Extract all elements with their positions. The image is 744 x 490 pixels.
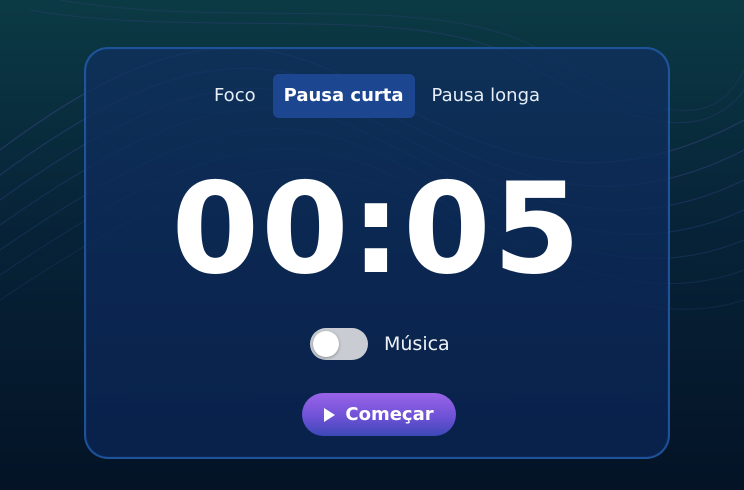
timer-display: 00:05 <box>171 155 583 302</box>
tab-pausa-curta[interactable]: Pausa curta <box>272 74 415 118</box>
start-button[interactable]: Começar <box>302 393 456 436</box>
music-toggle-row: Música <box>310 328 450 360</box>
tab-pausa-longa[interactable]: Pausa longa <box>421 74 552 118</box>
music-toggle[interactable] <box>310 328 368 360</box>
start-button-label: Começar <box>345 404 434 425</box>
tab-foco[interactable]: Foco <box>203 74 267 118</box>
toggle-knob <box>313 331 339 357</box>
music-label: Música <box>384 333 450 355</box>
mode-tabs: Foco Pausa curta Pausa longa <box>86 74 668 118</box>
timer-card: Foco Pausa curta Pausa longa 00:05 Músic… <box>84 47 670 459</box>
play-icon <box>324 407 336 422</box>
